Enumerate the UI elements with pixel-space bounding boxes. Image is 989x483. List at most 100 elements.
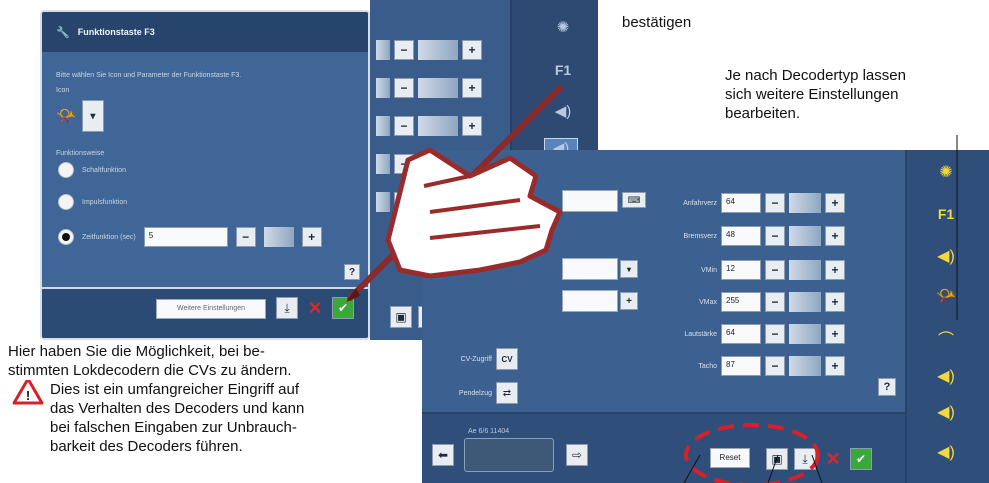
value-field[interactable] [562,290,618,312]
plus-button[interactable]: + [825,356,845,376]
annotation-line: bearbeiten. [725,105,801,122]
plus-button[interactable]: + [825,260,845,280]
plus-button[interactable]: + [462,78,482,98]
annotation-warning: Dies ist ein umfangreicher Eingriff auf … [50,380,420,483]
radio-button[interactable] [58,194,74,210]
help-button[interactable]: ? [344,264,360,280]
cancel-icon[interactable]: ✕ [822,448,844,470]
loco-image [464,438,554,472]
text-field[interactable] [562,190,618,212]
confirm-icon[interactable]: ✔ [332,297,354,319]
sound-icon[interactable]: ◀) [931,402,961,422]
minus-button[interactable]: − [765,193,785,213]
horn-icon: 📯 [56,108,76,125]
cancel-icon[interactable]: ✕ [304,297,326,319]
arrow-right-icon[interactable]: ⇨ [566,444,588,466]
bottom-bar: ⬅ Ae 6/6 11404 ⇨ Reset ▣ ⤓ ✕ ✔ [422,412,905,483]
option-label: Impulsfunktion [82,198,128,206]
chevron-down-icon[interactable]: ▾ [81,100,104,132]
option-label: Schaltfunktion [82,166,126,174]
minus-button[interactable]: − [394,192,414,212]
value-input[interactable]: 64 [721,193,761,213]
radio-button-selected[interactable] [58,229,74,245]
radio-button[interactable] [58,162,74,178]
download-icon[interactable]: ⤓ [276,297,298,319]
row-anfahrverz: Anfahrverz 64 − + [647,193,845,213]
icon-selector: 📯 ▾ [56,100,104,132]
minus-button[interactable]: − [765,226,785,246]
f1-icon[interactable]: F1 [931,206,961,222]
minus-button[interactable]: − [394,40,414,60]
minus-button[interactable]: − [394,78,414,98]
coupling-icon[interactable]: ⌒ [931,326,961,350]
icon-label: Icon [56,87,70,94]
row-vmax: VMax 255 − + [647,292,845,312]
confirm-icon[interactable]: ✔ [850,448,872,470]
save-icon[interactable]: ▣ [390,306,412,328]
timer-input[interactable]: 5 [143,227,228,247]
light-icon[interactable]: ✺ [548,18,578,36]
annotation-confirm: bestätigen [622,14,692,31]
plus-button[interactable]: + [825,292,845,312]
minus-button[interactable]: − [235,227,256,247]
sound-icon[interactable]: ◀) [931,246,961,266]
download-icon[interactable]: ⤓ [794,448,816,470]
value-input[interactable]: 87 [721,356,761,376]
minus-button[interactable]: − [765,324,785,344]
chevron-down-icon[interactable]: ▾ [620,260,638,278]
sound-icon[interactable]: ◀) [548,102,578,120]
keyboard-icon[interactable]: ⌨ [622,192,646,208]
svg-text:!: ! [26,388,30,403]
dialog-footer: Weitere Einstellungen ⤓ ✕ ✔ [42,287,368,338]
light-icon[interactable]: ✺ [931,162,961,182]
mode-label: Funktionsweise [56,150,105,157]
annotation-line: barkeit des Decoders führen. [50,438,243,455]
option-label: Zeitfunktion (sec) [82,233,136,241]
f1-icon[interactable]: F1 [548,62,578,78]
minus-button[interactable]: − [765,260,785,280]
plus-button[interactable]: + [462,40,482,60]
row-label: Tacho [698,362,717,370]
plus-button[interactable]: + [301,227,322,247]
reset-button[interactable]: Reset [710,448,750,468]
plus-button[interactable]: + [825,324,845,344]
warning-icon: ! [12,377,44,405]
horn-icon[interactable]: 📯 [931,286,961,306]
sound-icon[interactable]: ◀) [931,442,961,462]
help-button[interactable]: ? [878,378,896,396]
plus-button[interactable]: + [825,226,845,246]
save-icon[interactable]: ▣ [766,448,788,470]
minus-button[interactable]: − [765,356,785,376]
option-timer[interactable]: Zeitfunktion (sec) 5 − + [58,227,322,247]
minus-button[interactable]: − [394,116,414,136]
shuttle-train: Pendelzug ⇄ [422,382,518,404]
plus-button[interactable]: + [825,193,845,213]
dialog-prompt: Bitte wählen Sie Icon und Parameter der … [56,72,242,79]
cv-label: CV-Zugriff [460,355,492,363]
more-settings-button[interactable]: Weitere Einstellungen [156,299,266,319]
option-pulse[interactable]: Impulsfunktion [58,194,127,210]
dialog-title: Funktionstaste F3 [77,27,155,37]
value-input[interactable]: 64 [721,324,761,344]
shuttle-icon[interactable]: ⇄ [496,382,518,404]
function-key-dialog: 🔧 Funktionstaste F3 Bitte wählen Sie Ico… [40,10,370,340]
option-switch[interactable]: Schaltfunktion [58,162,126,178]
value-input[interactable]: 12 [721,260,761,280]
value-input[interactable]: 255 [721,292,761,312]
arrow-left-icon[interactable]: ⬅ [432,444,454,466]
sound-icon[interactable]: ◀) [931,366,961,386]
row-bremsverz: Bremsverz 48 − + [647,226,845,246]
main-screenshot: ⌨ ▾ + Anfahrverz 64 − + Bremsverz 48 − +… [422,150,989,483]
minus-button[interactable]: − [765,292,785,312]
dropdown-field[interactable] [562,258,618,280]
annotation-line: bei falschen Eingaben zur Unbrauch- [50,419,297,436]
plus-button[interactable]: + [462,116,482,136]
minus-button[interactable]: − [394,154,414,174]
cv-icon[interactable]: CV [496,348,518,370]
shuttle-label: Pendelzug [458,389,492,397]
cv-access: CV-Zugriff CV [422,348,518,370]
annotation-line: Dies ist ein umfangreicher Eingriff auf [50,381,300,398]
plus-button[interactable]: + [620,292,638,310]
value-input[interactable]: 48 [721,226,761,246]
row-lautstaerke: Lautstärke 64 − + [647,324,845,344]
